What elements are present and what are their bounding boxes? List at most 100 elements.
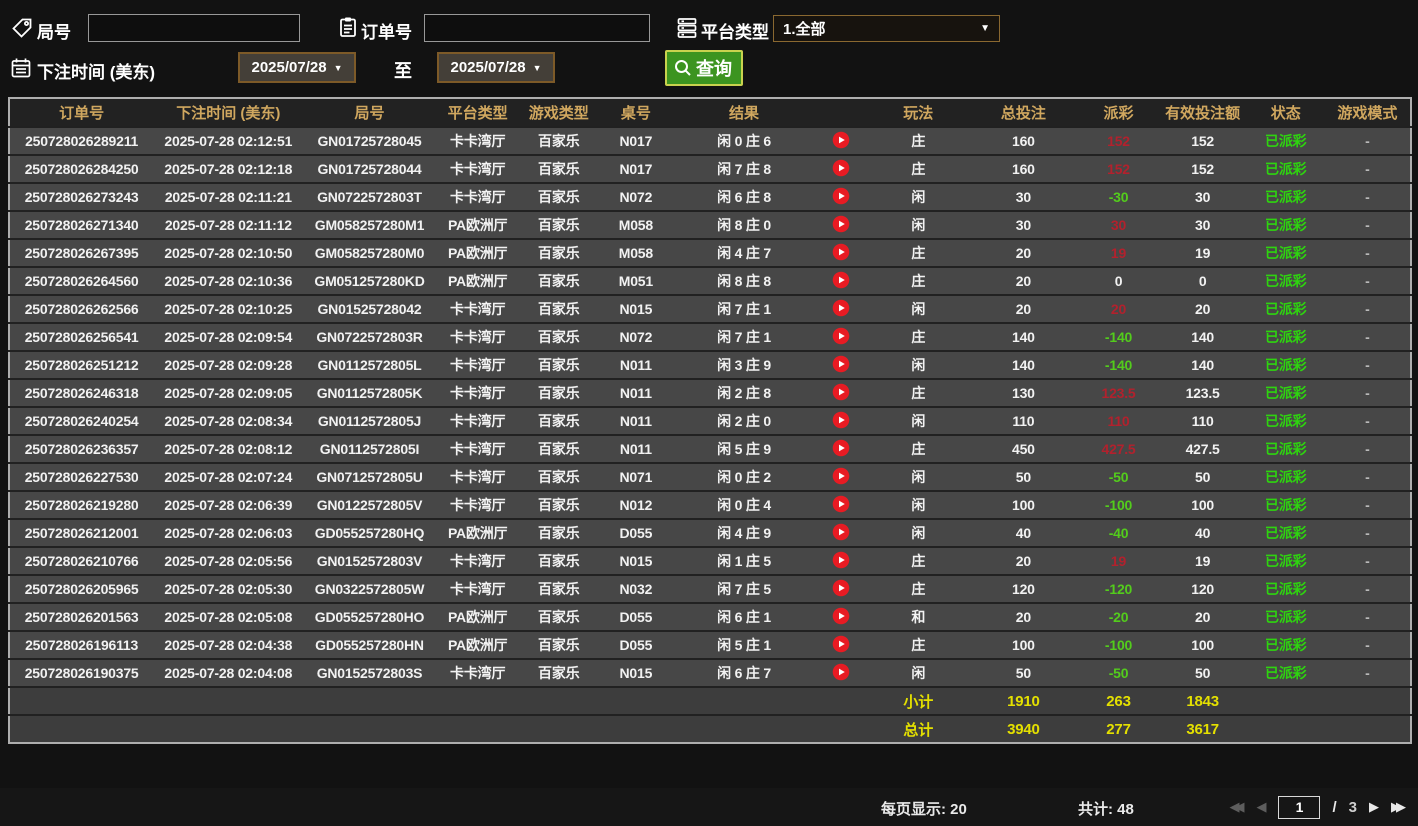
col-platform: 平台类型 xyxy=(435,98,520,127)
cell-table-no: M051 xyxy=(597,266,674,295)
prev-page-button[interactable]: ◀ xyxy=(1256,795,1266,819)
cell-play: 闲 xyxy=(868,210,969,239)
cell-order-no: 250728026262566 xyxy=(9,294,154,323)
cell-game-no: GN0112572805J xyxy=(303,406,436,435)
game-no-input[interactable] xyxy=(88,14,300,42)
play-replay-icon[interactable] xyxy=(832,243,850,261)
cell-valid-bet: 110 xyxy=(1158,406,1247,435)
cell-game-no: GM051257280KD xyxy=(303,266,436,295)
cell-result: 闲 6 庄 7 xyxy=(673,658,815,687)
col-game-type: 游戏类型 xyxy=(519,98,598,127)
cell-platform: PA欧洲厅 xyxy=(435,602,520,631)
cell-table-no: D055 xyxy=(597,602,674,631)
cell-payout: 427.5 xyxy=(1078,434,1159,463)
cell-valid-bet: 50 xyxy=(1158,658,1247,687)
cell-status: 已派彩 xyxy=(1246,322,1325,351)
play-replay-icon[interactable] xyxy=(832,495,850,513)
col-result: 结果 xyxy=(673,98,815,127)
play-replay-icon[interactable] xyxy=(832,635,850,653)
cell-replay xyxy=(814,630,869,659)
cell-order-no: 250728026210766 xyxy=(9,546,154,575)
cell-game-mode: - xyxy=(1324,546,1411,575)
search-button[interactable]: 查询 xyxy=(665,50,743,86)
cell-platform: 卡卡湾厅 xyxy=(435,378,520,407)
cell-table-no: N011 xyxy=(597,378,674,407)
table-row: 250728026212001 2025-07-28 02:06:03 GD05… xyxy=(9,518,1411,547)
table-summary: 小计 1910 263 1843 总计 3940 277 3617 xyxy=(9,686,1411,743)
cell-platform: 卡卡湾厅 xyxy=(435,126,520,155)
cell-bet-time: 2025-07-28 02:05:56 xyxy=(153,546,304,575)
cell-order-no: 250728026271340 xyxy=(9,210,154,239)
cell-bet-time: 2025-07-28 02:10:25 xyxy=(153,294,304,323)
cell-game-mode: - xyxy=(1324,658,1411,687)
cell-payout: -100 xyxy=(1078,490,1159,519)
date-from-picker[interactable]: 2025/07/28 ▼ xyxy=(238,52,356,83)
last-page-button[interactable]: ▶▶ xyxy=(1391,795,1406,819)
play-replay-icon[interactable] xyxy=(832,551,850,569)
total-spacer xyxy=(9,714,869,743)
play-replay-icon[interactable] xyxy=(832,523,850,541)
play-replay-icon[interactable] xyxy=(832,383,850,401)
cell-play: 庄 xyxy=(868,574,969,603)
table-row: 250728026205965 2025-07-28 02:05:30 GN03… xyxy=(9,574,1411,603)
cell-table-no: N011 xyxy=(597,406,674,435)
play-replay-icon[interactable] xyxy=(832,411,850,429)
cell-total-bet: 50 xyxy=(968,658,1079,687)
cell-replay xyxy=(814,490,869,519)
subtotal-label: 小计 xyxy=(868,686,969,715)
cell-result: 闲 0 庄 6 xyxy=(673,126,815,155)
cell-table-no: N072 xyxy=(597,182,674,211)
cell-total-bet: 20 xyxy=(968,294,1079,323)
cell-total-bet: 130 xyxy=(968,378,1079,407)
table-row: 250728026210766 2025-07-28 02:05:56 GN01… xyxy=(9,546,1411,575)
cell-order-no: 250728026227530 xyxy=(9,462,154,491)
cell-valid-bet: 30 xyxy=(1158,210,1247,239)
cell-table-no: D055 xyxy=(597,518,674,547)
cell-play: 闲 xyxy=(868,462,969,491)
cell-order-no: 250728026240254 xyxy=(9,406,154,435)
cell-game-no: GM058257280M0 xyxy=(303,238,436,267)
page-input[interactable] xyxy=(1278,795,1321,819)
cell-valid-bet: 427.5 xyxy=(1158,434,1247,463)
cell-total-bet: 160 xyxy=(968,126,1079,155)
play-replay-icon[interactable] xyxy=(832,355,850,373)
play-replay-icon[interactable] xyxy=(832,271,850,289)
play-replay-icon[interactable] xyxy=(832,467,850,485)
play-replay-icon[interactable] xyxy=(832,187,850,205)
cell-payout: -140 xyxy=(1078,350,1159,379)
play-replay-icon[interactable] xyxy=(832,663,850,681)
cell-replay xyxy=(814,462,869,491)
order-no-input[interactable] xyxy=(424,14,650,42)
play-replay-icon[interactable] xyxy=(832,159,850,177)
play-replay-icon[interactable] xyxy=(832,579,850,597)
platform-type-select[interactable]: 1.全部 ▼ xyxy=(773,15,1000,42)
cell-bet-time: 2025-07-28 02:09:28 xyxy=(153,350,304,379)
cell-table-no: N017 xyxy=(597,126,674,155)
table-row: 250728026271340 2025-07-28 02:11:12 GM05… xyxy=(9,210,1411,239)
cell-game-no: GN0722572803R xyxy=(303,322,436,351)
next-page-button[interactable]: ▶ xyxy=(1369,795,1379,819)
play-replay-icon[interactable] xyxy=(832,607,850,625)
cell-game-type: 百家乐 xyxy=(519,546,598,575)
cell-game-no: GN01525728042 xyxy=(303,294,436,323)
cell-status: 已派彩 xyxy=(1246,266,1325,295)
cell-replay xyxy=(814,182,869,211)
play-replay-icon[interactable] xyxy=(832,439,850,457)
play-replay-icon[interactable] xyxy=(832,215,850,233)
play-replay-icon[interactable] xyxy=(832,299,850,317)
cell-game-no: GN0712572805U xyxy=(303,462,436,491)
cell-game-mode: - xyxy=(1324,462,1411,491)
cell-total-bet: 20 xyxy=(968,602,1079,631)
cell-platform: 卡卡湾厅 xyxy=(435,154,520,183)
cell-game-no: GN0152572803V xyxy=(303,546,436,575)
cell-play: 闲 xyxy=(868,182,969,211)
cell-replay xyxy=(814,294,869,323)
cell-valid-bet: 50 xyxy=(1158,462,1247,491)
play-replay-icon[interactable] xyxy=(832,327,850,345)
date-to-picker[interactable]: 2025/07/28 ▼ xyxy=(437,52,555,83)
table-row: 250728026284250 2025-07-28 02:12:18 GN01… xyxy=(9,154,1411,183)
chevron-down-icon: ▼ xyxy=(333,62,343,73)
first-page-button[interactable]: ◀◀ xyxy=(1229,795,1244,819)
cell-total-bet: 100 xyxy=(968,490,1079,519)
play-replay-icon[interactable] xyxy=(832,131,850,149)
